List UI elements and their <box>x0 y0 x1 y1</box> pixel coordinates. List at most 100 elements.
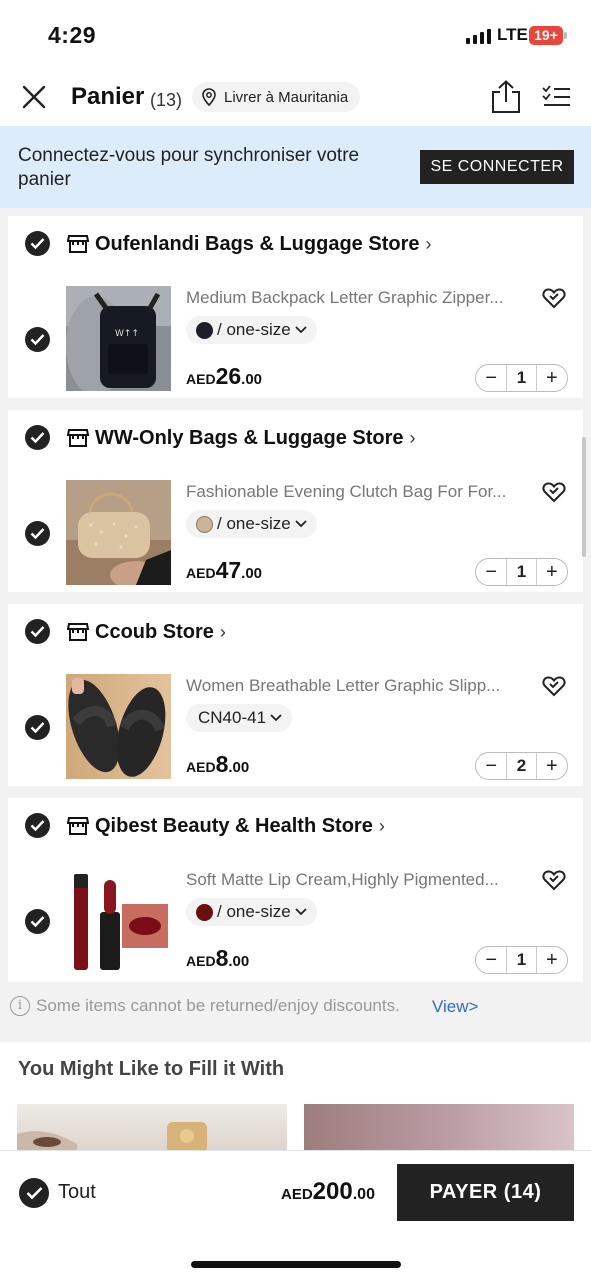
store-name: Qibest Beauty & Health Store <box>95 814 373 837</box>
quantity-value[interactable]: 1 <box>506 559 537 585</box>
increase-quantity-button[interactable]: + <box>537 947 567 973</box>
store-checkbox[interactable] <box>25 619 50 644</box>
variant-selector[interactable]: / one-size <box>186 510 317 538</box>
item-checkbox[interactable] <box>25 715 50 740</box>
ship-to-selector[interactable]: Livrer à Mauritania <box>192 82 361 112</box>
chevron-right-icon: › <box>425 233 432 254</box>
product-image[interactable] <box>66 674 171 779</box>
location-pin-icon <box>202 88 216 106</box>
login-message: Connectez-vous pour synchroniser votre p… <box>18 145 360 190</box>
price-integer: 8 <box>215 751 229 777</box>
decrease-quantity-button[interactable]: − <box>476 947 506 973</box>
store-checkbox[interactable] <box>25 231 50 256</box>
variant-selector[interactable]: / one-size <box>186 316 317 344</box>
decrease-quantity-button[interactable]: − <box>476 365 506 391</box>
svg-text:W↑↑: W↑↑ <box>115 329 139 339</box>
store-icon <box>67 235 89 253</box>
color-swatch <box>196 321 213 339</box>
product-image[interactable]: W↑↑ <box>66 286 171 391</box>
total-decimal: .00 <box>352 1186 375 1203</box>
home-indicator[interactable] <box>191 1261 401 1268</box>
store-name: Oufenlandi Bags & Luggage Store <box>95 232 420 255</box>
store-icon <box>67 623 89 641</box>
store-icon <box>67 429 89 447</box>
quantity-stepper: − 2 + <box>475 752 568 780</box>
login-banner: Connectez-vous pour synchroniser votre p… <box>0 126 591 208</box>
chevron-right-icon: › <box>219 621 226 642</box>
product-title[interactable]: Fashionable Evening Clutch Bag For For..… <box>186 482 531 502</box>
total-integer: 200 <box>312 1178 353 1205</box>
pay-button[interactable]: PAYER (14) <box>397 1164 574 1221</box>
ship-to-label: Livrer à Mauritania <box>224 88 349 106</box>
item-checkbox[interactable] <box>25 909 50 934</box>
quantity-value[interactable]: 1 <box>506 947 537 973</box>
product-title[interactable]: Medium Backpack Letter Graphic Zipper... <box>186 288 531 308</box>
cart-list[interactable]: Oufenlandi Bags & Luggage Store › W↑↑ Me… <box>0 208 591 982</box>
chevron-right-icon: › <box>378 815 385 836</box>
quantity-value[interactable]: 1 <box>506 365 537 391</box>
variant-selector[interactable]: / one-size <box>186 898 317 926</box>
cart-count: (13) <box>150 90 183 110</box>
total-currency: AED <box>281 1186 313 1203</box>
price-decimal: .00 <box>228 953 250 970</box>
chevron-down-icon <box>295 326 307 334</box>
checklist-icon[interactable] <box>541 84 571 110</box>
decrease-quantity-button[interactable]: − <box>476 753 506 779</box>
store-card: Qibest Beauty & Health Store › Soft Matt… <box>8 798 583 982</box>
product-price: AED8.00 <box>186 945 249 972</box>
wishlist-icon[interactable] <box>542 675 566 697</box>
store-header[interactable]: Oufenlandi Bags & Luggage Store › <box>67 230 431 258</box>
page-title: Panier <box>71 83 145 110</box>
price-integer: 47 <box>215 557 242 583</box>
recommended-product-image[interactable] <box>304 1104 574 1154</box>
price-currency: AED <box>186 371 216 387</box>
info-icon: i <box>10 996 30 1016</box>
scrollbar[interactable] <box>582 437 586 557</box>
store-checkbox[interactable] <box>25 425 50 450</box>
store-header[interactable]: WW-Only Bags & Luggage Store › <box>67 424 416 452</box>
battery-tip <box>564 32 567 39</box>
wishlist-icon[interactable] <box>542 869 566 891</box>
store-checkbox[interactable] <box>25 813 50 838</box>
color-swatch <box>196 903 213 921</box>
notice-text: Some items cannot be returned/enjoy disc… <box>36 996 400 1015</box>
store-header[interactable]: Qibest Beauty & Health Store › <box>67 812 385 840</box>
chevron-down-icon <box>295 520 307 528</box>
store-header[interactable]: Ccoub Store › <box>67 618 226 646</box>
product-price: AED47.00 <box>186 557 262 584</box>
item-checkbox[interactable] <box>25 521 50 546</box>
order-total: AED200.00 <box>281 1178 375 1206</box>
recommended-product-image[interactable] <box>17 1104 287 1154</box>
increase-quantity-button[interactable]: + <box>537 365 567 391</box>
decrease-quantity-button[interactable]: − <box>476 559 506 585</box>
price-decimal: .00 <box>241 565 263 582</box>
product-image[interactable] <box>66 868 171 973</box>
select-all-label[interactable]: Tout <box>58 1181 96 1204</box>
quantity-stepper: − 1 + <box>475 946 568 974</box>
network-label: LTE <box>497 25 528 44</box>
increase-quantity-button[interactable]: + <box>537 753 567 779</box>
price-currency: AED <box>186 953 216 969</box>
status-time: 4:29 <box>48 22 97 48</box>
wishlist-icon[interactable] <box>542 287 566 309</box>
variant-selector[interactable]: CN40-41 <box>186 704 293 732</box>
store-card: Ccoub Store › Women Breathable Letter Gr… <box>8 604 583 786</box>
product-title[interactable]: Women Breathable Letter Graphic Slipp... <box>186 676 531 696</box>
close-icon[interactable] <box>20 83 48 111</box>
wishlist-icon[interactable] <box>542 481 566 503</box>
notice-view-link[interactable]: View> <box>432 997 478 1017</box>
product-title[interactable]: Soft Matte Lip Cream,Highly Pigmented... <box>186 870 531 890</box>
store-name: Ccoub Store <box>95 620 214 643</box>
item-checkbox[interactable] <box>25 327 50 352</box>
price-currency: AED <box>186 759 216 775</box>
increase-quantity-button[interactable]: + <box>537 559 567 585</box>
status-bar: 4:29 LTE 19+ <box>0 0 591 70</box>
price-integer: 26 <box>215 363 242 389</box>
share-icon[interactable] <box>490 80 522 114</box>
product-image[interactable] <box>66 480 171 585</box>
product-price: AED26.00 <box>186 363 262 390</box>
quantity-value[interactable]: 2 <box>506 753 537 779</box>
price-decimal: .00 <box>241 371 263 388</box>
login-button[interactable]: SE CONNECTER <box>420 150 574 184</box>
select-all-checkbox[interactable] <box>19 1178 49 1208</box>
